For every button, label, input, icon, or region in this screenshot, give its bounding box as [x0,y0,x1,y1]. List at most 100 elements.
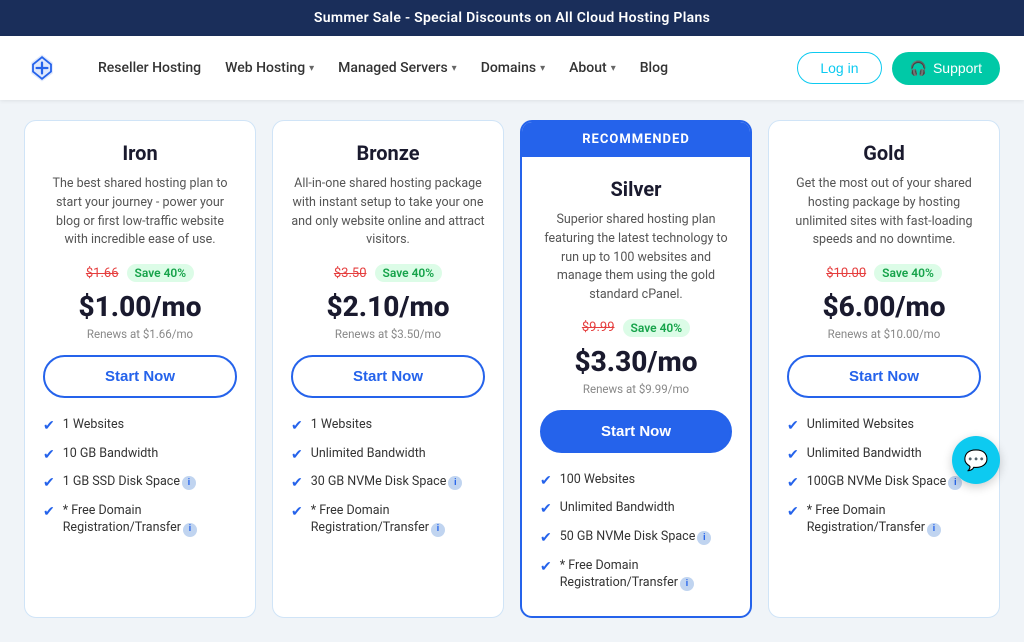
feature-item: ✔ * Free Domain Registration/Transferi [43,502,237,537]
features-list: ✔ 1 Websites ✔ Unlimited Bandwidth ✔ 30 … [291,416,485,545]
current-price: $2.10/mo [327,290,450,323]
info-icon[interactable]: i [448,476,462,490]
check-icon: ✔ [787,446,799,466]
check-icon: ✔ [540,529,552,549]
info-icon[interactable]: i [182,476,196,490]
save-badge: Save 40% [127,264,195,282]
check-icon: ✔ [291,417,303,437]
start-now-button[interactable]: Start Now [291,355,485,398]
info-icon[interactable]: i [431,523,445,537]
check-icon: ✔ [291,474,303,494]
start-now-button[interactable]: Start Now [540,410,732,453]
feature-item: ✔ Unlimited Bandwidth [540,499,732,520]
feature-item: ✔ 30 GB NVMe Disk Spacei [291,473,485,494]
plan-card-silver: RECOMMENDED Silver Superior shared hosti… [520,120,752,618]
login-button[interactable]: Log in [797,52,881,84]
original-price: $10.00 [826,266,866,281]
chevron-down-icon: ▾ [540,63,545,74]
nav-actions: Log in 🎧 Support [797,52,1000,85]
info-icon[interactable]: i [697,531,711,545]
check-icon: ✔ [540,500,552,520]
logo[interactable] [24,50,60,86]
nav-managed-servers[interactable]: Managed Servers ▾ [328,52,467,84]
chevron-down-icon: ▾ [309,63,314,74]
check-icon: ✔ [540,558,552,578]
renews-text: Renews at $3.50/mo [335,327,441,341]
renews-text: Renews at $1.66/mo [87,327,193,341]
feature-item: ✔ 50 GB NVMe Disk Spacei [540,528,732,549]
current-price: $1.00/mo [79,290,202,323]
feature-item: ✔ Unlimited Websites [787,416,981,437]
info-icon[interactable]: i [927,523,941,537]
feature-item: ✔ 10 GB Bandwidth [43,445,237,466]
chat-button[interactable]: 💬 [952,436,1000,484]
support-button[interactable]: 🎧 Support [892,52,1000,85]
plan-description: Get the most out of your shared hosting … [787,175,981,250]
check-icon: ✔ [291,503,303,523]
promo-banner: Summer Sale - Special Discounts on All C… [0,0,1024,36]
plan-name: Gold [863,141,904,165]
plan-card-gold: Gold Get the most out of your shared hos… [768,120,1000,618]
feature-item: ✔ * Free Domain Registration/Transferi [291,502,485,537]
check-icon: ✔ [43,474,55,494]
start-now-button[interactable]: Start Now [43,355,237,398]
pricing-row: $1.66 Save 40% [86,264,194,282]
save-badge: Save 40% [874,264,942,282]
start-now-button[interactable]: Start Now [787,355,981,398]
plan-name: Silver [610,177,661,201]
plan-description: Superior shared hosting plan featuring t… [540,211,732,305]
pricing-row: $9.99 Save 40% [582,319,690,337]
feature-item: ✔ * Free Domain Registration/Transferi [540,557,732,592]
check-icon: ✔ [43,503,55,523]
pricing-row: $10.00 Save 40% [826,264,942,282]
recommended-badge: RECOMMENDED [522,122,750,157]
chevron-down-icon: ▾ [452,63,457,74]
main-nav: Reseller Hosting Web Hosting ▾ Managed S… [0,36,1024,100]
info-icon[interactable]: i [680,577,694,591]
check-icon: ✔ [787,503,799,523]
info-icon[interactable]: i [183,523,197,537]
nav-domains[interactable]: Domains ▾ [471,52,555,84]
main-content: Iron The best shared hosting plan to sta… [0,100,1024,642]
headset-icon: 🎧 [910,60,927,77]
chevron-down-icon: ▾ [611,63,616,74]
check-icon: ✔ [43,417,55,437]
check-icon: ✔ [787,474,799,494]
check-icon: ✔ [43,446,55,466]
feature-item: ✔ 1 GB SSD Disk Spacei [43,473,237,494]
current-price: $3.30/mo [575,345,698,378]
chat-icon: 💬 [964,448,989,472]
plan-name: Iron [122,141,157,165]
renews-text: Renews at $9.99/mo [583,382,689,396]
plan-card-bronze: Bronze All-in-one shared hosting package… [272,120,504,618]
check-icon: ✔ [540,472,552,492]
check-icon: ✔ [787,417,799,437]
nav-reseller-hosting[interactable]: Reseller Hosting [88,52,211,84]
original-price: $1.66 [86,266,119,281]
save-badge: Save 40% [375,264,443,282]
plan-description: The best shared hosting plan to start yo… [43,175,237,250]
pricing-row: $3.50 Save 40% [334,264,442,282]
features-list: ✔ 1 Websites ✔ 10 GB Bandwidth ✔ 1 GB SS… [43,416,237,545]
features-list: ✔ Unlimited Websites ✔ Unlimited Bandwid… [787,416,981,545]
plan-card-iron: Iron The best shared hosting plan to sta… [24,120,256,618]
renews-text: Renews at $10.00/mo [828,327,941,341]
feature-item: ✔ 1 Websites [291,416,485,437]
check-icon: ✔ [291,446,303,466]
pricing-grid: Iron The best shared hosting plan to sta… [24,120,1000,618]
feature-item: ✔ Unlimited Bandwidth [291,445,485,466]
nav-links: Reseller Hosting Web Hosting ▾ Managed S… [88,52,797,84]
original-price: $3.50 [334,266,367,281]
nav-about[interactable]: About ▾ [559,52,626,84]
feature-item: ✔ 1 Websites [43,416,237,437]
nav-web-hosting[interactable]: Web Hosting ▾ [215,52,324,84]
feature-item: ✔ 100 Websites [540,471,732,492]
plan-description: All-in-one shared hosting package with i… [291,175,485,250]
original-price: $9.99 [582,320,615,335]
features-list: ✔ 100 Websites ✔ Unlimited Bandwidth ✔ 5… [540,471,732,600]
feature-item: ✔ * Free Domain Registration/Transferi [787,502,981,537]
save-badge: Save 40% [623,319,691,337]
current-price: $6.00/mo [823,290,946,323]
plan-name: Bronze [356,141,419,165]
nav-blog[interactable]: Blog [630,52,678,84]
